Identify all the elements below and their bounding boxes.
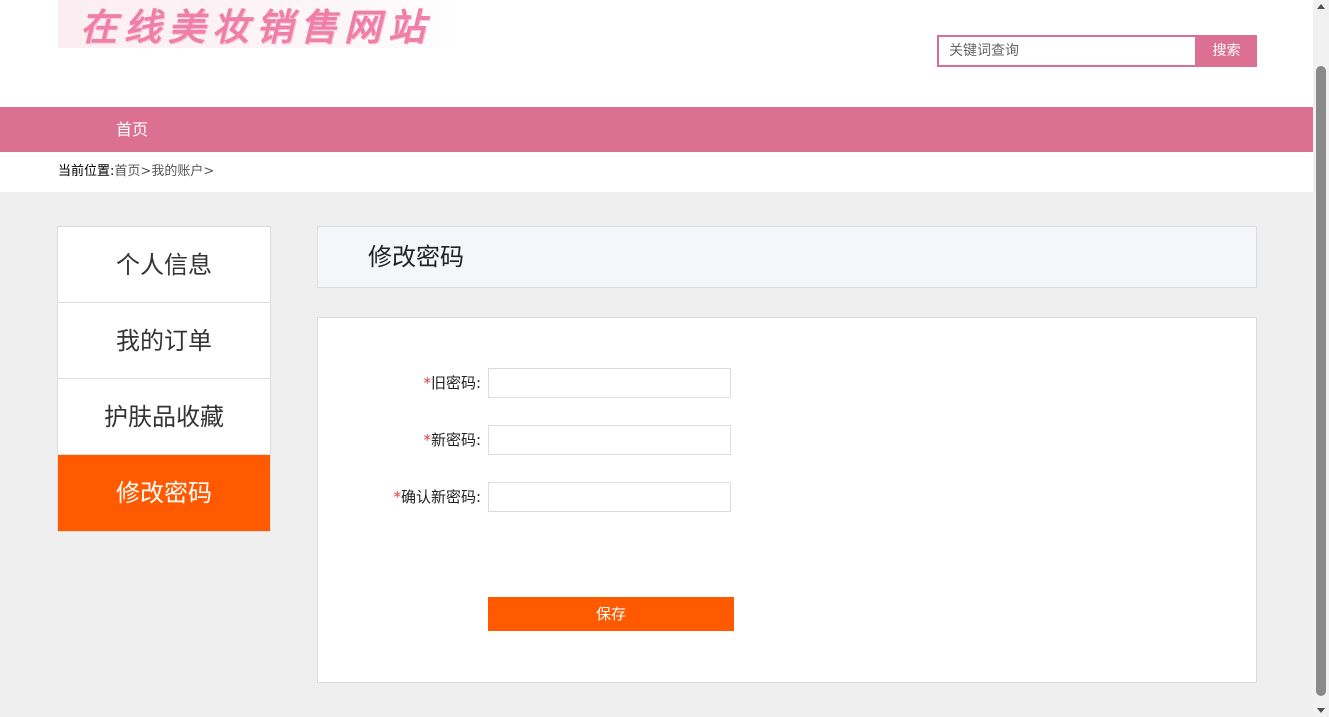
- old-password-label: *旧密码:: [423, 374, 481, 392]
- breadcrumb-separator: >: [203, 164, 215, 179]
- page: 在线美妆销售网站 搜索 首页 当前位置:首页>我的账户> 个人信息 我的订单 护…: [0, 0, 1313, 717]
- required-mark: *: [423, 431, 431, 449]
- new-password-field[interactable]: [488, 425, 731, 455]
- sidebar-item-change-password[interactable]: 修改密码: [58, 455, 270, 531]
- breadcrumb-separator: >: [140, 164, 152, 179]
- save-button[interactable]: 保存: [488, 597, 734, 631]
- scroll-down-arrow-icon[interactable]: [1317, 708, 1325, 713]
- password-form: *旧密码: *新密码: *确认新密码: 保存: [317, 317, 1257, 683]
- required-mark: *: [423, 374, 431, 392]
- breadcrumb-home-link[interactable]: 首页: [114, 164, 140, 179]
- nav-item-home[interactable]: 首页: [116, 107, 148, 152]
- form-row-confirm-password: *确认新密码:: [318, 482, 1256, 512]
- sidebar-item-profile[interactable]: 个人信息: [58, 227, 270, 303]
- breadcrumb-account-link[interactable]: 我的账户: [151, 164, 203, 179]
- search-input[interactable]: [937, 35, 1197, 67]
- required-mark: *: [393, 488, 401, 506]
- site-logo[interactable]: 在线美妆销售网站: [58, 0, 462, 49]
- section-title-bar: 修改密码: [317, 226, 1257, 288]
- form-row-old-password: *旧密码:: [318, 368, 1256, 398]
- breadcrumb-label: 当前位置:: [58, 164, 115, 179]
- new-password-label: *新密码:: [423, 431, 481, 449]
- header: 在线美妆销售网站 搜索: [0, 0, 1313, 107]
- sidebar-item-favorites[interactable]: 护肤品收藏: [58, 379, 270, 455]
- old-password-field[interactable]: [488, 368, 731, 398]
- breadcrumb: 当前位置:首页>我的账户>: [58, 152, 214, 192]
- scroll-up-arrow-icon[interactable]: [1317, 4, 1325, 9]
- content-area: 个人信息 我的订单 护肤品收藏 修改密码 修改密码 *旧密码: *新密码: *确…: [0, 192, 1313, 717]
- sidebar-item-orders[interactable]: 我的订单: [58, 303, 270, 379]
- confirm-password-field[interactable]: [488, 482, 731, 512]
- page-title: 修改密码: [368, 243, 464, 271]
- page-scrollbar[interactable]: [1313, 0, 1329, 717]
- search-button[interactable]: 搜索: [1196, 35, 1257, 67]
- form-row-new-password: *新密码:: [318, 425, 1256, 455]
- account-sidebar: 个人信息 我的订单 护肤品收藏 修改密码: [57, 226, 271, 532]
- site-logo-text: 在线美妆销售网站: [80, 5, 432, 49]
- main-nav: 首页: [0, 107, 1313, 152]
- confirm-password-label: *确认新密码:: [393, 488, 481, 506]
- scrollbar-thumb[interactable]: [1316, 66, 1326, 696]
